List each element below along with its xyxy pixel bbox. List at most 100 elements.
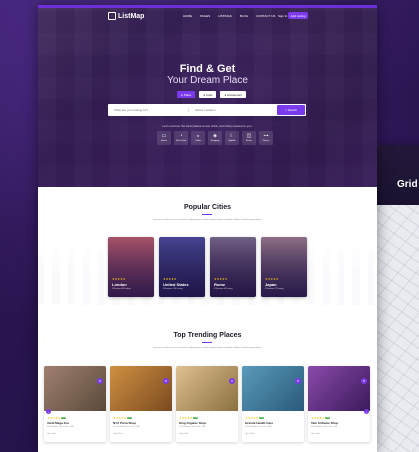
coffee-icon: ◒ bbox=[196, 133, 200, 139]
category-coffee[interactable]: ◒ Coffee bbox=[191, 131, 205, 145]
rating-stars: ★★★★★ bbox=[245, 416, 259, 420]
heart-icon[interactable]: ♥ bbox=[163, 378, 169, 384]
place-address: 27th Brooklyn New York, USA bbox=[245, 426, 272, 428]
popular-cities-desc: Lorem ipsum dolor sit amet, consectetur … bbox=[153, 219, 262, 221]
hero-hint: Let's uncover the best places to eat, dr… bbox=[162, 124, 253, 128]
rating-stars: ★★★★★ bbox=[163, 277, 177, 281]
rating-badge: 4.3 bbox=[325, 417, 331, 419]
prev-arrow-icon[interactable]: ‹ bbox=[46, 409, 51, 414]
city-meta: 4 Reviews 89 Listing bbox=[112, 288, 131, 290]
sign-in-link[interactable]: Sign In bbox=[278, 14, 287, 18]
city-card-japan[interactable]: ★★★★★ Japan 5 Reviews 77 Listing bbox=[261, 237, 307, 297]
moon-icon: ☾ bbox=[229, 133, 235, 139]
side-header: Grid M bbox=[377, 145, 419, 205]
nav-link-listings[interactable]: LISTINGS bbox=[218, 14, 232, 18]
nav-link-contact[interactable]: CONTACT US bbox=[256, 14, 275, 18]
category-events[interactable]: ◫ Events bbox=[242, 131, 256, 145]
place-card[interactable]: ♥ ★★★★★ 4.6 Grande Health Care 27th Brook… bbox=[242, 366, 304, 442]
side-map bbox=[377, 205, 419, 452]
rating-stars: ★★★★★ bbox=[214, 277, 228, 281]
search-icon: ⌕ bbox=[284, 108, 287, 112]
cup-icon: ● bbox=[203, 92, 206, 97]
title-underline bbox=[202, 214, 212, 215]
category-shopping[interactable]: ◈ Shopping bbox=[208, 131, 222, 145]
search-location-select[interactable]: Select Location bbox=[188, 108, 277, 112]
pin-icon: ● bbox=[181, 92, 183, 97]
side-title: Grid M bbox=[397, 179, 419, 190]
trending-title: Top Trending Places bbox=[173, 332, 242, 339]
place-status: Open Now bbox=[245, 433, 255, 435]
place-address: 27th Brooklyn New York, USA bbox=[47, 426, 74, 428]
rating-badge: 4.6 bbox=[259, 417, 265, 419]
place-status: Open Now bbox=[47, 433, 57, 435]
search-button[interactable]: ⌕ Search bbox=[277, 105, 305, 115]
place-image: ♥ bbox=[308, 366, 370, 411]
place-name: Grande Health Care bbox=[245, 421, 274, 425]
logo-text: ListMap bbox=[118, 12, 145, 20]
nav-link-pages[interactable]: PAGES bbox=[200, 14, 210, 18]
hero-title: Find & Get bbox=[179, 63, 236, 75]
rating-stars: ★★★★★ bbox=[311, 416, 325, 420]
city-cards: ★★★★★ London 4 Reviews 89 Listing ★★★★★ … bbox=[108, 237, 307, 297]
tab-place[interactable]: ● Place bbox=[177, 91, 196, 98]
category-list: ▭ Hotels ◔ Eat & Drink ◒ Coffee ◈ Shopping ☾… bbox=[157, 131, 273, 145]
place-card[interactable]: ♥ ★★★★★ 4.2 NYC Pizza Shop 27th Brooklyn … bbox=[110, 366, 172, 442]
city-name: United States bbox=[163, 282, 189, 287]
fork-icon: ● bbox=[224, 92, 227, 97]
ticket-icon: ◫ bbox=[246, 133, 252, 139]
place-image: ♥ bbox=[44, 366, 106, 411]
dumbbell-icon: ⊶ bbox=[263, 133, 269, 139]
nav-link-home[interactable]: HOME bbox=[183, 14, 192, 18]
rating-stars: ★★★★★ bbox=[47, 416, 61, 420]
place-name: Tam Softume Shop bbox=[311, 421, 339, 425]
rating-stars: ★★★★★ bbox=[265, 277, 279, 281]
search-what-input[interactable]: What are you looking for? bbox=[108, 108, 188, 112]
heart-icon[interactable]: ♥ bbox=[229, 378, 235, 384]
category-nightlife[interactable]: ☾ Nightlife bbox=[225, 131, 239, 145]
place-name: King Organic Shop bbox=[179, 421, 207, 425]
landing-page: ListMap HOME PAGES LISTINGS BLOG CONTACT… bbox=[38, 5, 377, 452]
nav-link-blog[interactable]: BLOG bbox=[240, 14, 248, 18]
rating-stars: ★★★★★ bbox=[179, 416, 193, 420]
rating-badge: 4.2 bbox=[127, 417, 133, 419]
hero-subtitle: Your Dream Place bbox=[167, 75, 248, 86]
city-card-rome[interactable]: ★★★★★ Rome 3 Reviews 45 Listing bbox=[210, 237, 256, 297]
next-arrow-icon[interactable]: › bbox=[364, 409, 369, 414]
category-fitness[interactable]: ⊶ Fitness bbox=[259, 131, 273, 145]
heart-icon[interactable]: ♥ bbox=[361, 378, 367, 384]
tab-cafe[interactable]: ● Cafe bbox=[199, 91, 217, 98]
place-card[interactable]: ♥ ★★★★★ 4.5 Verdi Mega Zoo 27th Brooklyn … bbox=[44, 366, 106, 442]
city-meta: 6 Reviews 120 Listing bbox=[163, 288, 183, 290]
category-eat-drink[interactable]: ◔ Eat & Drink bbox=[174, 131, 188, 145]
category-hotels[interactable]: ▭ Hotels bbox=[157, 131, 171, 145]
rating-stars: ★★★★★ bbox=[112, 277, 126, 281]
nav-links: HOME PAGES LISTINGS BLOG CONTACT US bbox=[183, 14, 275, 18]
popular-cities-title: Popular Cities bbox=[183, 204, 232, 211]
heart-icon[interactable]: ♥ bbox=[97, 378, 103, 384]
logo-icon bbox=[108, 12, 116, 20]
city-card-united-states[interactable]: ★★★★★ United States 6 Reviews 120 Listin… bbox=[159, 237, 205, 297]
top-nav: ListMap HOME PAGES LISTINGS BLOG CONTACT… bbox=[38, 8, 377, 24]
hero-section: ListMap HOME PAGES LISTINGS BLOG CONTACT… bbox=[38, 5, 377, 187]
rating-stars: ★★★★★ bbox=[113, 416, 127, 420]
hero-tabs: ● Place ● Cafe ● Restaurant bbox=[177, 91, 246, 98]
place-image: ♥ bbox=[242, 366, 304, 411]
place-card[interactable]: ♥ ★★★★★ 4.3 Tam Softume Shop 27th Brookly… bbox=[308, 366, 370, 442]
heart-icon[interactable]: ♥ bbox=[295, 378, 301, 384]
tab-restaurant[interactable]: ● Restaurant bbox=[220, 91, 246, 98]
place-image: ♥ bbox=[176, 366, 238, 411]
place-image: ♥ bbox=[110, 366, 172, 411]
add-listing-button[interactable]: Add Listing bbox=[288, 12, 308, 19]
place-name: Verdi Mega Zoo bbox=[47, 421, 70, 425]
bag-icon: ◈ bbox=[213, 133, 217, 139]
city-meta: 3 Reviews 45 Listing bbox=[214, 288, 233, 290]
cup-icon: ◔ bbox=[179, 133, 183, 139]
title-underline bbox=[202, 342, 212, 343]
place-status: Open Now bbox=[113, 433, 123, 435]
logo[interactable]: ListMap bbox=[108, 12, 144, 20]
place-card[interactable]: ♥ ★★★★★ 4.8 King Organic Shop 27th Brookl… bbox=[176, 366, 238, 442]
city-card-london[interactable]: ★★★★★ London 4 Reviews 89 Listing bbox=[108, 237, 154, 297]
place-status: Open Now bbox=[179, 433, 189, 435]
rating-badge: 4.5 bbox=[61, 417, 67, 419]
place-address: 27th Brooklyn New York, USA bbox=[311, 426, 338, 428]
